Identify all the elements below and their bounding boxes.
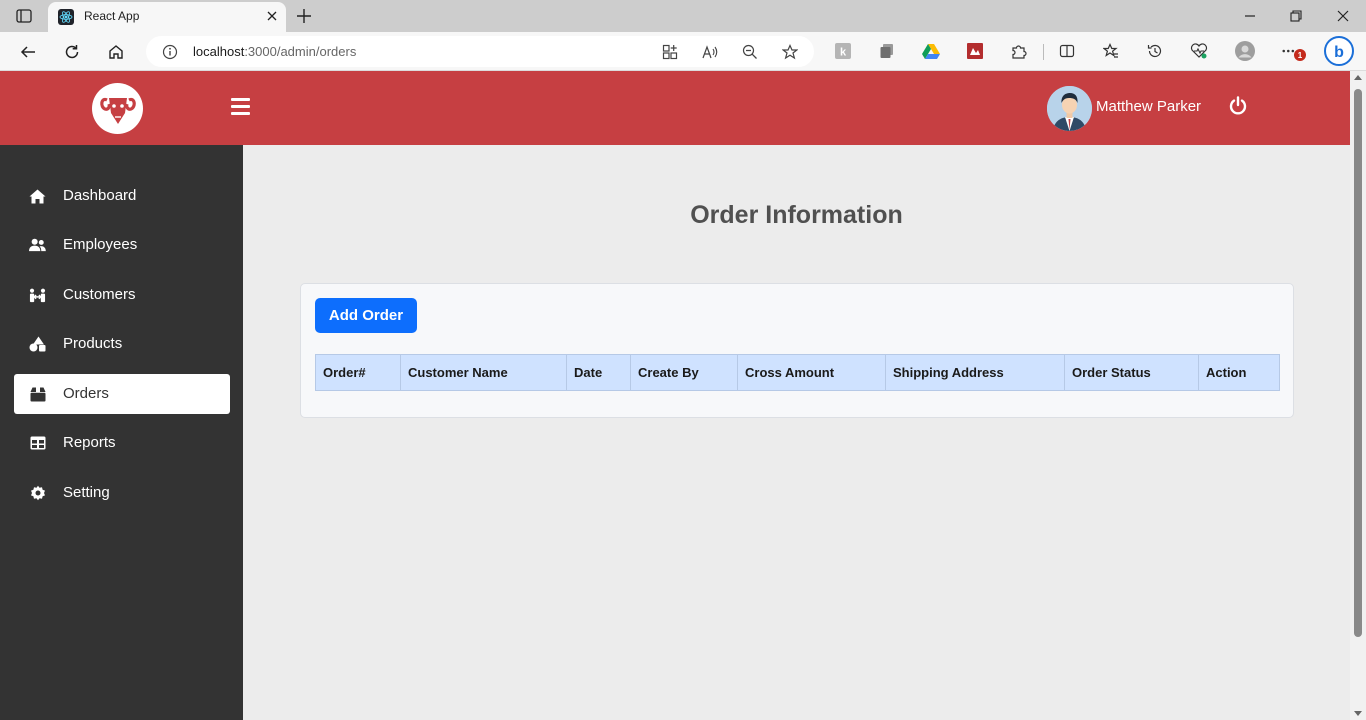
- sidebar-item-label: Setting: [63, 484, 110, 501]
- close-window-icon[interactable]: [1333, 6, 1353, 26]
- svg-text:k: k: [840, 47, 847, 59]
- people-arrows-icon: [29, 287, 46, 303]
- page-scrollbar[interactable]: [1350, 71, 1366, 720]
- toolbar-divider: [1043, 44, 1044, 60]
- extensions-puzzle-icon[interactable]: [1009, 41, 1029, 61]
- user-name[interactable]: Matthew Parker: [1096, 98, 1201, 115]
- sidebar-item-label: Dashboard: [63, 187, 137, 204]
- bing-copilot-icon[interactable]: b: [1324, 36, 1354, 66]
- user-avatar[interactable]: [1047, 86, 1092, 131]
- column-header-date: Date: [566, 354, 631, 391]
- sidebar-item-dashboard[interactable]: Dashboard: [14, 176, 230, 216]
- notification-badge: 1: [1294, 49, 1306, 61]
- scroll-up-arrow-icon[interactable]: [1354, 75, 1362, 80]
- browser-tab-bar: React App: [0, 0, 1366, 32]
- ram-logo-icon[interactable]: [92, 83, 143, 134]
- page-title: Order Information: [690, 201, 903, 229]
- orders-card: Add Order Order# Customer Name Date Crea…: [300, 283, 1294, 418]
- performance-icon[interactable]: [1189, 41, 1209, 61]
- column-header-create-by: Create By: [630, 354, 738, 391]
- column-header-shipping-address: Shipping Address: [885, 354, 1065, 391]
- box-icon: [29, 386, 46, 402]
- tab-actions-icon[interactable]: [14, 7, 34, 25]
- tab-title: React App: [84, 9, 140, 23]
- browser-tab[interactable]: React App: [48, 2, 286, 32]
- column-header-order-number: Order#: [315, 354, 401, 391]
- column-header-cross-amount: Cross Amount: [737, 354, 886, 391]
- hamburger-menu-icon[interactable]: [231, 98, 251, 116]
- power-icon[interactable]: [1228, 96, 1248, 116]
- favorite-star-icon[interactable]: [780, 42, 800, 62]
- sidebar-item-orders[interactable]: Orders: [14, 374, 230, 414]
- history-icon[interactable]: [1145, 41, 1165, 61]
- zoom-out-icon[interactable]: [740, 42, 760, 62]
- scroll-down-arrow-icon[interactable]: [1354, 711, 1362, 716]
- sidebar: Dashboard Employees Customers Products O…: [0, 145, 243, 720]
- table-header-row: Order# Customer Name Date Create By Cros…: [315, 354, 1280, 391]
- extension-k-icon[interactable]: k: [833, 41, 853, 61]
- column-header-action: Action: [1198, 354, 1280, 391]
- sidebar-item-reports[interactable]: Reports: [14, 423, 230, 463]
- url-host: localhost: [193, 44, 245, 59]
- sidebar-item-employees[interactable]: Employees: [14, 225, 230, 265]
- extension-copy-icon[interactable]: [877, 41, 897, 61]
- minimize-icon[interactable]: [1240, 6, 1260, 26]
- main-content: Order Information Add Order Order# Custo…: [243, 145, 1350, 720]
- profile-avatar-icon[interactable]: [1235, 41, 1255, 61]
- sidebar-item-label: Employees: [63, 236, 138, 253]
- sidebar-item-label: Reports: [63, 434, 116, 451]
- extension-red-icon[interactable]: [965, 41, 985, 61]
- sidebar-item-customers[interactable]: Customers: [14, 275, 230, 315]
- read-aloud-icon[interactable]: [700, 42, 720, 62]
- restore-icon[interactable]: [1286, 6, 1306, 26]
- close-tab-icon[interactable]: [264, 8, 280, 24]
- url-path: :3000/admin/orders: [244, 44, 357, 59]
- app-header: Matthew Parker: [0, 71, 1350, 145]
- sidebar-item-label: Customers: [63, 286, 136, 303]
- browser-toolbar: localhost:3000/admin/orders k 1 b: [0, 32, 1366, 71]
- split-screen-icon[interactable]: [1057, 41, 1077, 61]
- shapes-icon: [29, 336, 46, 352]
- gear-icon: [29, 485, 46, 501]
- new-tab-icon[interactable]: [294, 6, 314, 26]
- table-icon: [29, 435, 46, 451]
- column-header-customer-name: Customer Name: [400, 354, 567, 391]
- back-icon[interactable]: [17, 41, 39, 63]
- users-icon: [29, 237, 46, 253]
- favorites-icon[interactable]: [1101, 41, 1121, 61]
- sidebar-item-products[interactable]: Products: [14, 324, 230, 364]
- sidebar-item-label: Products: [63, 335, 123, 352]
- google-drive-icon[interactable]: [921, 41, 941, 61]
- home-browser-icon[interactable]: [105, 41, 127, 63]
- add-order-button[interactable]: Add Order: [315, 298, 417, 333]
- sidebar-item-setting[interactable]: Setting: [14, 473, 230, 513]
- column-header-order-status: Order Status: [1064, 354, 1199, 391]
- svg-text:b: b: [1334, 44, 1344, 61]
- home-icon: [29, 188, 46, 204]
- refresh-icon[interactable]: [61, 41, 83, 63]
- site-info-icon[interactable]: [162, 44, 178, 60]
- orders-table: Order# Customer Name Date Create By Cros…: [315, 354, 1280, 391]
- scrollbar-thumb[interactable]: [1354, 89, 1362, 637]
- sidebar-item-label: Orders: [63, 385, 109, 402]
- react-favicon-icon: [58, 9, 74, 25]
- app-available-icon[interactable]: [660, 42, 680, 62]
- url-text[interactable]: localhost:3000/admin/orders: [193, 44, 356, 59]
- address-bar[interactable]: localhost:3000/admin/orders: [146, 36, 814, 67]
